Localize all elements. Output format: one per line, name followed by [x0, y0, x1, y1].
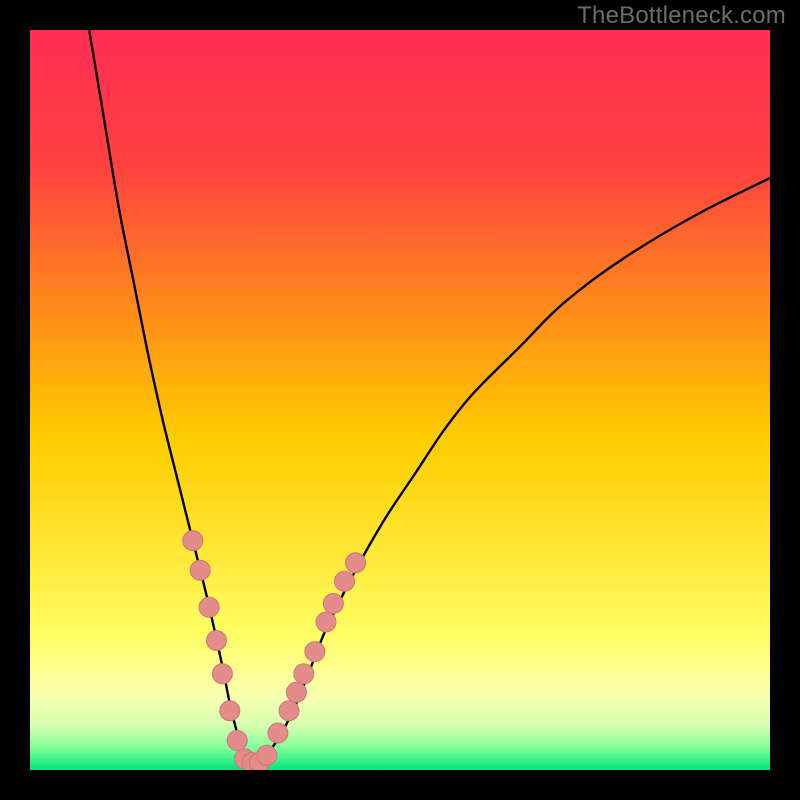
chart-outer-frame: TheBottleneck.com — [0, 0, 800, 800]
data-marker — [212, 664, 232, 684]
data-marker — [183, 531, 203, 551]
data-marker — [305, 642, 325, 662]
data-marker — [268, 723, 288, 743]
data-marker — [220, 701, 240, 721]
data-marker — [316, 612, 336, 632]
data-marker — [346, 553, 366, 573]
data-marker — [227, 730, 247, 750]
data-marker — [286, 682, 306, 702]
watermark-text: TheBottleneck.com — [577, 2, 786, 30]
data-marker — [199, 597, 219, 617]
data-marker — [335, 571, 355, 591]
bottleneck-chart — [30, 30, 770, 770]
data-marker — [190, 560, 210, 580]
data-marker — [294, 664, 314, 684]
data-marker — [206, 631, 226, 651]
gradient-background — [30, 30, 770, 770]
data-marker — [323, 594, 343, 614]
data-marker — [257, 745, 277, 765]
data-marker — [279, 701, 299, 721]
